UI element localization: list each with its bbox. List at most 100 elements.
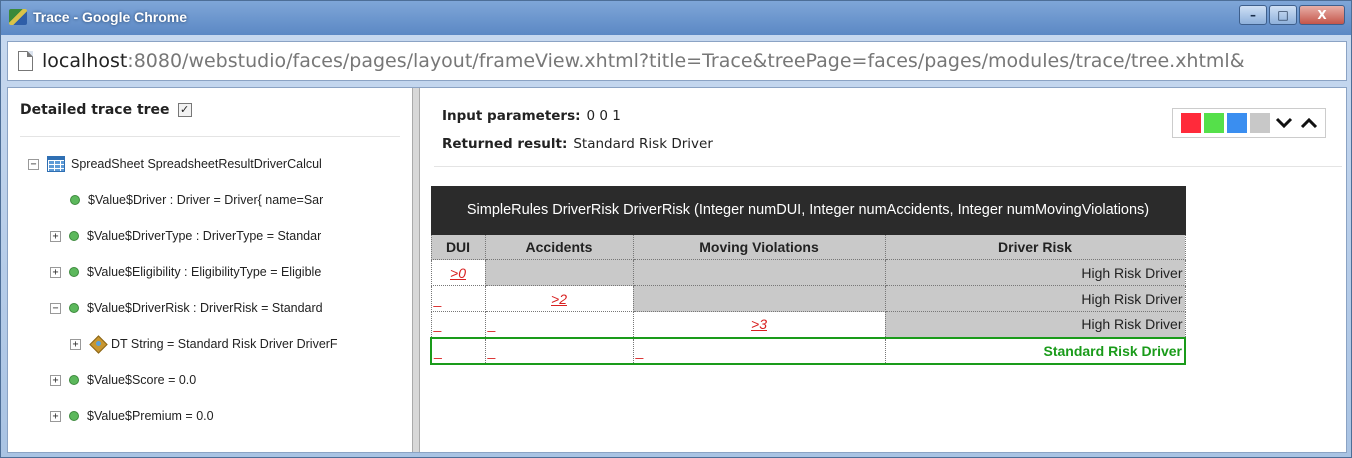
green-dot-icon — [70, 195, 80, 205]
tree-node-label: $Value$DriverRisk : DriverRisk = Standar… — [87, 301, 323, 315]
collapse-toggle[interactable]: − — [50, 302, 61, 314]
chevron-down-icon[interactable] — [1273, 112, 1295, 134]
decision-table: SimpleRules DriverRisk DriverRisk (Integ… — [430, 186, 1186, 365]
detailed-tree-checkbox[interactable]: ✓ — [177, 103, 192, 117]
url-rest: :8080/webstudio/faces/pages/layout/frame… — [127, 50, 1245, 72]
table-row: _ _ >3 High Risk Driver — [430, 311, 1186, 338]
result-cell: High Risk Driver — [884, 285, 1186, 312]
expand-toggle[interactable]: + — [50, 410, 61, 422]
page-icon — [18, 51, 33, 71]
blank-value: _ — [487, 342, 496, 359]
condition-value[interactable]: >2 — [551, 291, 567, 307]
table-row: >0 High Risk Driver — [430, 259, 1186, 286]
pane-splitter[interactable] — [412, 88, 420, 452]
result-cell: Standard Risk Driver — [884, 336, 1186, 365]
color-toolbar — [1172, 108, 1326, 138]
tree-header-label: Detailed trace tree — [20, 102, 170, 118]
table-cell: _ — [484, 311, 634, 338]
blank-value: _ — [635, 342, 644, 359]
page-content: Detailed trace tree ✓ − SpreadSheet Spre… — [7, 87, 1347, 453]
table-cell: _ — [430, 285, 486, 312]
blank-value: _ — [433, 316, 442, 333]
table-cell[interactable]: >0 — [430, 259, 486, 286]
condition-value[interactable]: >0 — [450, 265, 466, 281]
table-cell[interactable]: >2 — [484, 285, 634, 312]
table-cell: _ — [430, 311, 486, 338]
tree-node-label: $Value$DriverType : DriverType = Standar — [87, 229, 322, 243]
condition-value[interactable]: >3 — [751, 316, 767, 332]
divider — [20, 136, 400, 137]
window-title: Trace - Google Chrome — [33, 9, 188, 25]
result-cell: High Risk Driver — [884, 259, 1186, 286]
title-bar: Trace - Google Chrome – □ X — [1, 1, 1351, 35]
app-icon — [9, 9, 27, 25]
trace-detail-pane: Input parameters: 0 0 1 Returned result: S… — [420, 88, 1346, 452]
tree-node-score[interactable]: + $Value$Score = 0.0 — [50, 370, 196, 390]
green-dot-icon — [69, 267, 79, 277]
expand-toggle[interactable]: + — [50, 266, 61, 278]
expand-toggle[interactable]: + — [50, 230, 61, 242]
tree-node-premium[interactable]: + $Value$Premium = 0.0 — [50, 406, 214, 426]
tree-node-drivertype[interactable]: + $Value$DriverType : DriverType = Stand… — [50, 226, 321, 246]
table-row: _ >2 High Risk Driver — [430, 285, 1186, 312]
column-header: Accidents — [484, 234, 634, 260]
browser-window: Trace - Google Chrome – □ X localhost:80… — [0, 0, 1352, 458]
tree-node-label: $Value$Score = 0.0 — [87, 373, 197, 387]
collapse-toggle[interactable]: − — [28, 158, 39, 170]
tree-node-label: DT String = Standard Risk Driver DriverF — [111, 337, 338, 351]
column-header: Driver Risk — [884, 234, 1186, 260]
expand-toggle[interactable]: + — [70, 338, 81, 350]
table-cell: _ — [632, 336, 886, 365]
input-parameters-value: 0 0 1 — [586, 108, 621, 124]
returned-result-label: Returned result: — [442, 136, 568, 152]
decision-table-title: SimpleRules DriverRisk DriverRisk (Integ… — [430, 186, 1186, 235]
green-dot-icon — [69, 411, 79, 421]
url-text[interactable]: localhost:8080/webstudio/faces/pages/lay… — [42, 50, 1342, 72]
expand-toggle[interactable]: + — [50, 374, 61, 386]
decision-table-icon — [89, 336, 107, 352]
maximize-button[interactable]: □ — [1269, 5, 1297, 25]
chevron-up-icon[interactable] — [1298, 112, 1320, 134]
spreadsheet-icon — [47, 156, 65, 172]
table-cell: _ — [430, 336, 486, 365]
input-parameters: Input parameters: 0 0 1 — [442, 108, 621, 124]
result-cell: High Risk Driver — [884, 311, 1186, 338]
url-host: localhost — [42, 50, 128, 72]
table-cell — [484, 259, 634, 286]
tree-node-label: SpreadSheet SpreadsheetResultDriverCalcu… — [71, 157, 322, 171]
table-cell: _ — [484, 336, 634, 365]
returned-result: Returned result: Standard Risk Driver — [442, 136, 713, 152]
grey-swatch[interactable] — [1250, 113, 1270, 133]
window-controls: – □ X — [1239, 5, 1345, 25]
blank-value: _ — [434, 342, 442, 359]
tree-node-dt-string[interactable]: + DT String = Standard Risk Driver Drive… — [70, 334, 338, 354]
green-swatch[interactable] — [1204, 113, 1224, 133]
green-dot-icon — [69, 231, 79, 241]
input-parameters-label: Input parameters: — [442, 108, 581, 124]
green-dot-icon — [69, 303, 79, 313]
matched-table-row: _ _ _ Standard Risk Driver — [430, 336, 1186, 365]
red-swatch[interactable] — [1181, 113, 1201, 133]
tree-node-driverrisk[interactable]: − $Value$DriverRisk : DriverRisk = Stand… — [50, 298, 323, 318]
address-bar[interactable]: localhost:8080/webstudio/faces/pages/lay… — [7, 41, 1347, 81]
tree-node-driver[interactable]: $Value$Driver : Driver = Driver{ name=Sa… — [70, 190, 323, 210]
tree-node-label: $Value$Driver : Driver = Driver{ name=Sa… — [88, 193, 324, 207]
blank-value: _ — [487, 316, 496, 333]
blue-swatch[interactable] — [1227, 113, 1247, 133]
table-cell[interactable]: >3 — [632, 311, 886, 338]
tree-node-eligibility[interactable]: + $Value$Eligibility : EligibilityType =… — [50, 262, 321, 282]
close-button[interactable]: X — [1299, 5, 1345, 25]
blank-value: _ — [433, 290, 442, 307]
green-dot-icon — [69, 375, 79, 385]
returned-result-value: Standard Risk Driver — [573, 136, 713, 152]
table-cell — [632, 285, 886, 312]
column-header: Moving Violations — [632, 234, 886, 260]
tree-header: Detailed trace tree ✓ — [20, 102, 192, 118]
trace-tree-pane: Detailed trace tree ✓ − SpreadSheet Spre… — [8, 88, 412, 452]
minimize-button[interactable]: – — [1239, 5, 1267, 25]
divider — [434, 166, 1342, 167]
tree-node-label: $Value$Premium = 0.0 — [87, 409, 214, 423]
tree-node-spreadsheet[interactable]: − SpreadSheet SpreadsheetResultDriverCal… — [28, 154, 322, 174]
table-cell — [632, 259, 886, 286]
tree-node-label: $Value$Eligibility : EligibilityType = E… — [87, 265, 322, 279]
